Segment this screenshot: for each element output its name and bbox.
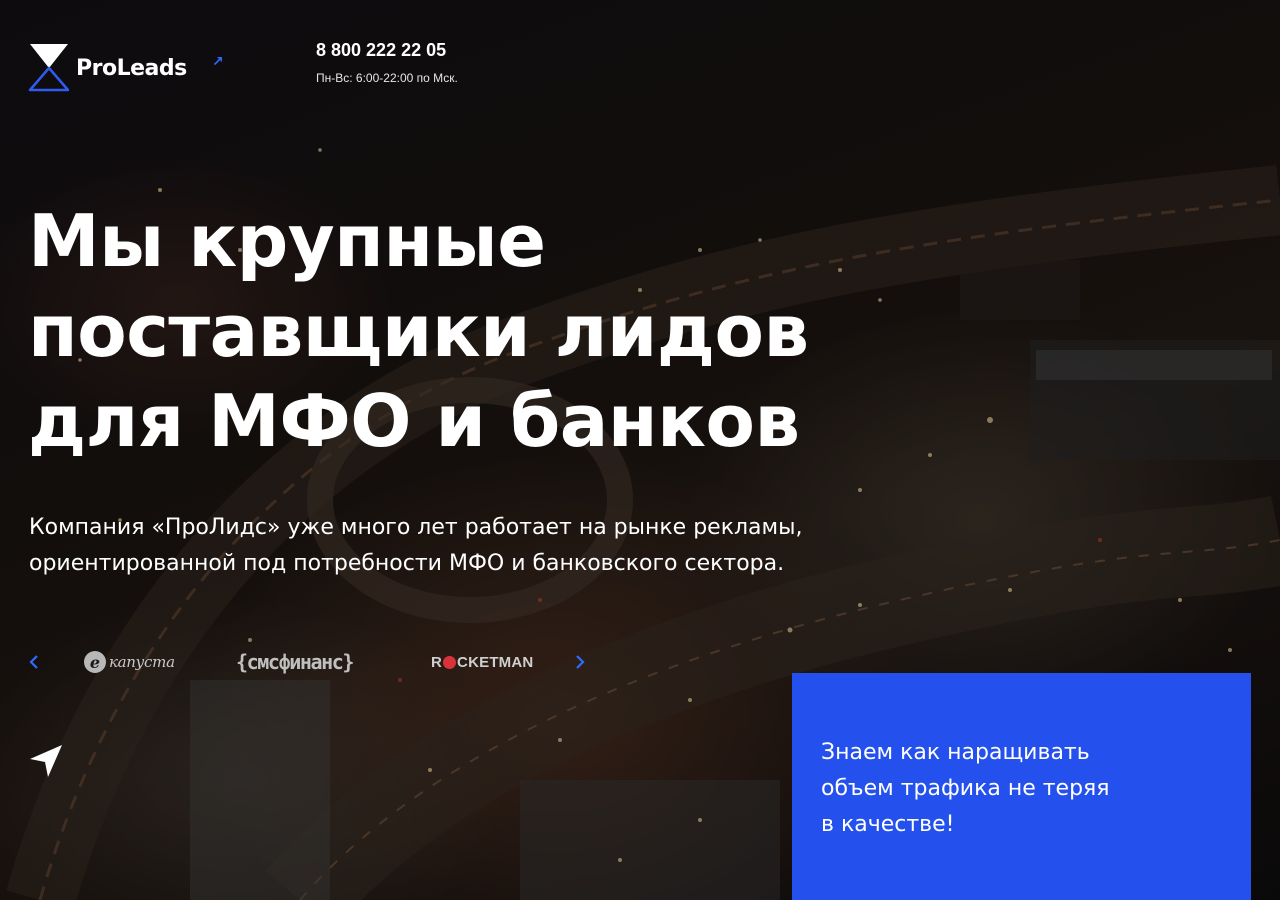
partner-logo-smsfinance[interactable]: {смсфинанс} (236, 646, 354, 678)
chevron-right-icon (576, 655, 585, 669)
header-contact: 8 800 222 22 05 Пн-Вс: 6:00-22:00 по Мск… (316, 40, 458, 85)
location-arrow-icon[interactable] (28, 743, 64, 779)
chevron-left-icon (29, 655, 38, 669)
proleads-logo[interactable]: ProLeads ↗ (28, 42, 224, 92)
headline-line: Мы крупные (28, 199, 546, 283)
arrow-up-right-icon: ↗ (212, 54, 224, 70)
hero-headline: Мы крупные поставщики лидов для МФО и ба… (28, 196, 848, 466)
subtitle-line: ориентированной под потребности МФО и ба… (29, 551, 785, 576)
headline-line: для МФО и банков (28, 379, 800, 463)
partner-logo-rocketman[interactable]: R CKETMAN (431, 646, 533, 678)
hero-section: ProLeads ↗ 8 800 222 22 05 Пн-Вс: 6:00-2… (0, 0, 1280, 900)
partner-logo-ekapusta[interactable]: e капуста (84, 646, 175, 678)
info-card-line: Знаем как наращивать (821, 740, 1090, 765)
info-card-text: Знаем как наращивать объем трафика не те… (821, 735, 1221, 843)
logo-wordmark: ProLeads (76, 55, 187, 81)
ekapusta-name: капуста (109, 653, 175, 671)
headline-line: поставщики лидов (28, 289, 809, 373)
slider-prev-button[interactable] (24, 648, 44, 676)
subtitle-line: Компания «ПроЛидс» уже много лет работае… (29, 515, 803, 540)
info-card: Знаем как наращивать объем трафика не те… (792, 673, 1251, 900)
info-card-line: объем трафика не теряя (821, 776, 1110, 801)
rocketman-name-start: R (431, 653, 443, 671)
phone-link[interactable]: 8 800 222 22 05 (316, 40, 458, 61)
smsfinance-name: {смсфинанс} (236, 650, 354, 674)
rocketman-name-end: CKETMAN (457, 653, 534, 671)
working-hours: Пн-Вс: 6:00-22:00 по Мск. (316, 71, 458, 85)
partners-slider: e капуста {смсфинанс} R CKETMAN (24, 640, 594, 684)
info-card-line: в качестве! (821, 812, 955, 837)
rocket-icon (443, 655, 457, 669)
slider-next-button[interactable] (570, 648, 590, 676)
proleads-logo-mark-icon (28, 44, 70, 92)
hero-subtitle: Компания «ПроЛидс» уже много лет работае… (29, 510, 849, 582)
ekapusta-mark: e (84, 651, 106, 673)
